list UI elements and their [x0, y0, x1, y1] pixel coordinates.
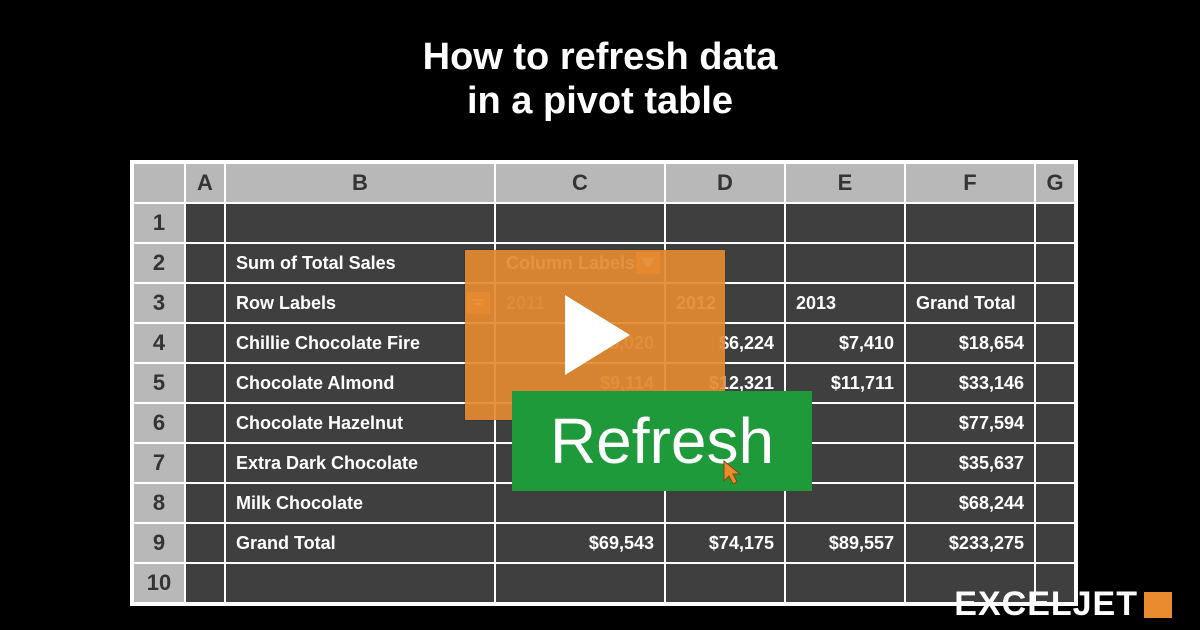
cell-F3[interactable]: Grand Total	[905, 283, 1035, 323]
page-title: How to refresh data in a pivot table	[0, 0, 1200, 123]
row-header-7[interactable]: 7	[133, 443, 185, 483]
cell-A7[interactable]	[185, 443, 225, 483]
cell-F2[interactable]	[905, 243, 1035, 283]
cell-B5[interactable]: Chocolate Almond	[225, 363, 495, 403]
cell-F6[interactable]: $77,594	[905, 403, 1035, 443]
cell-G5[interactable]	[1035, 363, 1075, 403]
cell-G4[interactable]	[1035, 323, 1075, 363]
cell-A4[interactable]	[185, 323, 225, 363]
cell-B1[interactable]	[225, 203, 495, 243]
cell-G6[interactable]	[1035, 403, 1075, 443]
cell-E4[interactable]: $7,410	[785, 323, 905, 363]
cell-B3[interactable]: Row Labels	[225, 283, 495, 323]
cell-A5[interactable]	[185, 363, 225, 403]
cell-B2[interactable]: Sum of Total Sales	[225, 243, 495, 283]
cell-E2[interactable]	[785, 243, 905, 283]
cell-B7[interactable]: Extra Dark Chocolate	[225, 443, 495, 483]
cell-B6[interactable]: Chocolate Hazelnut	[225, 403, 495, 443]
cell-C1[interactable]	[495, 203, 665, 243]
cell-A2[interactable]	[185, 243, 225, 283]
cell-F9[interactable]: $233,275	[905, 523, 1035, 563]
row-header-10[interactable]: 10	[133, 563, 185, 603]
cell-A8[interactable]	[185, 483, 225, 523]
table-row: 9 Grand Total $69,543 $74,175 $89,557 $2…	[133, 523, 1075, 563]
row-header-4[interactable]: 4	[133, 323, 185, 363]
col-header-G[interactable]: G	[1035, 163, 1075, 203]
logo-mark-icon	[1144, 592, 1172, 618]
play-icon	[555, 290, 635, 380]
col-header-D[interactable]: D	[665, 163, 785, 203]
cell-F1[interactable]	[905, 203, 1035, 243]
refresh-button-overlay[interactable]: Refresh	[512, 391, 812, 491]
table-row: 1	[133, 203, 1075, 243]
col-header-F[interactable]: F	[905, 163, 1035, 203]
cell-B3-text: Row Labels	[236, 293, 336, 313]
cell-C9[interactable]: $69,543	[495, 523, 665, 563]
cell-G2[interactable]	[1035, 243, 1075, 283]
cursor-icon	[722, 459, 742, 485]
cell-E3[interactable]: 2013	[785, 283, 905, 323]
cell-E10[interactable]	[785, 563, 905, 603]
cell-F8[interactable]: $68,244	[905, 483, 1035, 523]
cell-A10[interactable]	[185, 563, 225, 603]
cell-D1[interactable]	[665, 203, 785, 243]
cell-G7[interactable]	[1035, 443, 1075, 483]
cell-E9[interactable]: $89,557	[785, 523, 905, 563]
select-all-corner[interactable]	[133, 163, 185, 203]
column-header-row: A B C D E F G	[133, 163, 1075, 203]
row-header-6[interactable]: 6	[133, 403, 185, 443]
cell-G1[interactable]	[1035, 203, 1075, 243]
row-header-5[interactable]: 5	[133, 363, 185, 403]
cell-G8[interactable]	[1035, 483, 1075, 523]
cell-A3[interactable]	[185, 283, 225, 323]
col-header-B[interactable]: B	[225, 163, 495, 203]
col-header-A[interactable]: A	[185, 163, 225, 203]
cell-A6[interactable]	[185, 403, 225, 443]
cell-A9[interactable]	[185, 523, 225, 563]
row-header-8[interactable]: 8	[133, 483, 185, 523]
row-header-1[interactable]: 1	[133, 203, 185, 243]
cell-D10[interactable]	[665, 563, 785, 603]
cell-F5[interactable]: $33,146	[905, 363, 1035, 403]
cell-F4[interactable]: $18,654	[905, 323, 1035, 363]
cell-B9[interactable]: Grand Total	[225, 523, 495, 563]
stage: How to refresh data in a pivot table A B…	[0, 0, 1200, 630]
cell-G3[interactable]	[1035, 283, 1075, 323]
row-header-9[interactable]: 9	[133, 523, 185, 563]
cell-E1[interactable]	[785, 203, 905, 243]
row-header-2[interactable]: 2	[133, 243, 185, 283]
cell-B4[interactable]: Chillie Chocolate Fire	[225, 323, 495, 363]
row-header-3[interactable]: 3	[133, 283, 185, 323]
col-header-C[interactable]: C	[495, 163, 665, 203]
cell-G9[interactable]	[1035, 523, 1075, 563]
title-line-2: in a pivot table	[467, 80, 733, 122]
title-line-1: How to refresh data	[423, 36, 778, 78]
col-header-E[interactable]: E	[785, 163, 905, 203]
cell-B10[interactable]	[225, 563, 495, 603]
cell-D9[interactable]: $74,175	[665, 523, 785, 563]
table-row: 10	[133, 563, 1075, 603]
logo-text: EXCELJET	[954, 585, 1138, 624]
cell-B8[interactable]: Milk Chocolate	[225, 483, 495, 523]
cell-A1[interactable]	[185, 203, 225, 243]
cell-F7[interactable]: $35,637	[905, 443, 1035, 483]
cell-C10[interactable]	[495, 563, 665, 603]
brand-logo: EXCELJET	[954, 585, 1172, 624]
